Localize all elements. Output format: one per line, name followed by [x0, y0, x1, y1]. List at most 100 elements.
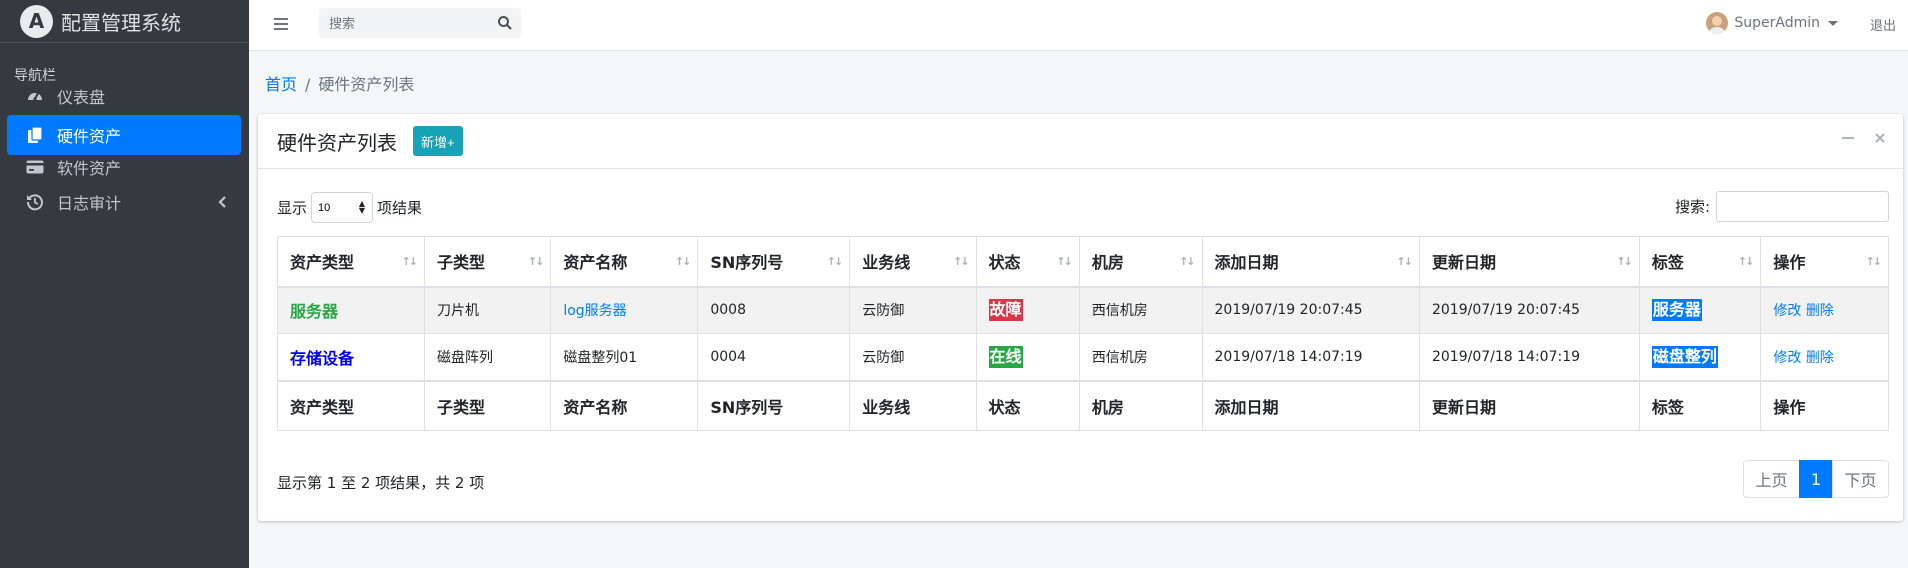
- foot-actions: 操作: [1760, 379, 1889, 431]
- page-length-select[interactable]: 10: [311, 192, 374, 223]
- col-added-date[interactable]: 添加日期 ↑↓: [1201, 236, 1420, 288]
- col-asset-type[interactable]: 资产类型 ↑↓: [277, 236, 425, 288]
- table-search-input[interactable]: [1716, 191, 1889, 222]
- menu-toggle-icon[interactable]: [272, 14, 292, 34]
- tag-badge: 磁盘整列: [1651, 345, 1718, 368]
- sort-icon: ↑↓: [826, 255, 844, 268]
- cell-type: 存储设备: [277, 333, 425, 381]
- breadcrumb-home[interactable]: 首页: [265, 75, 297, 94]
- tag-badge: 服务器: [1651, 299, 1702, 322]
- foot-asset-type: 资产类型: [277, 379, 425, 431]
- prev-page-button[interactable]: 上页: [1743, 460, 1800, 498]
- sidebar-item-software[interactable]: 软件资产: [7, 147, 241, 187]
- col-subtype[interactable]: 子类型 ↑↓: [423, 236, 552, 288]
- cell-line: 云防御: [849, 286, 977, 334]
- app-title: 配置管理系统: [61, 10, 181, 35]
- length-prefix: 显示: [277, 199, 308, 217]
- credit-card-icon: [25, 157, 45, 177]
- logout-link[interactable]: 退出: [1870, 15, 1896, 34]
- sort-icon: ↑↓: [674, 255, 692, 268]
- asset-card: 硬件资产列表 新增+ 显示 10 ▲ ▼ 项结果 搜索: 资产类型 ↑↓ 子类型 ↑↓: [258, 114, 1903, 521]
- user-menu[interactable]: SuperAdmin: [1706, 12, 1838, 34]
- cell-tag: 磁盘整列: [1638, 333, 1762, 381]
- sort-icon: ↑↓: [527, 255, 545, 268]
- brand-logo: A: [20, 4, 53, 38]
- cell-status: 故障: [975, 286, 1080, 334]
- close-icon[interactable]: [1871, 129, 1889, 147]
- cell-status: 在线: [975, 333, 1080, 381]
- sidebar-item-label: 日志审计: [57, 194, 122, 213]
- collapse-icon[interactable]: [1839, 129, 1857, 147]
- breadcrumb: 首页 / 硬件资产列表: [265, 71, 414, 95]
- cell-line: 云防御: [849, 333, 977, 381]
- foot-updated-date: 更新日期: [1418, 379, 1640, 431]
- foot-business-line: 业务线: [849, 379, 977, 431]
- status-badge: 在线: [988, 345, 1023, 368]
- col-tag[interactable]: 标签 ↑↓: [1638, 236, 1762, 288]
- sidebar-item-label: 软件资产: [57, 159, 122, 178]
- cell-tag: 服务器: [1638, 286, 1762, 334]
- search-icon[interactable]: [497, 15, 513, 31]
- search-input[interactable]: [319, 15, 479, 31]
- sort-icon: ↑↓: [1396, 255, 1414, 268]
- table-row: 存储设备 磁盘阵列 磁盘整列01 0004 云防御 在线 西信机房 2019/0…: [277, 333, 1889, 381]
- sidebar: A 配置管理系统 导航栏 仪表盘 硬件资产 软件资产 日志审计: [0, 0, 249, 568]
- avatar: [1706, 12, 1729, 34]
- cell-updated: 2019/07/19 20:07:45: [1418, 286, 1640, 334]
- col-status[interactable]: 状态 ↑↓: [975, 236, 1080, 288]
- brand[interactable]: A 配置管理系统: [0, 0, 249, 43]
- col-actions[interactable]: 操作 ↑↓: [1760, 236, 1889, 288]
- asset-name-link[interactable]: log服务器: [563, 303, 626, 319]
- foot-added-date: 添加日期: [1201, 379, 1420, 431]
- col-business-line[interactable]: 业务线 ↑↓: [849, 236, 977, 288]
- add-asset-button[interactable]: 新增+: [413, 126, 463, 156]
- delete-link[interactable]: 删除: [1806, 303, 1834, 319]
- sidebar-item-logs[interactable]: 日志审计: [7, 182, 241, 222]
- cell-type: 服务器: [277, 286, 425, 334]
- cell-room: 西信机房: [1078, 333, 1203, 381]
- cell-subtype: 刀片机: [423, 286, 552, 334]
- col-sn[interactable]: SN序列号 ↑↓: [697, 236, 851, 288]
- sort-icon: ↑↓: [1616, 255, 1633, 268]
- table-header-row: 资产类型 ↑↓ 子类型 ↑↓ 资产名称 ↑↓ SN序列号 ↑↓ 业务线 ↑↓ 状态 ↑↓ 机…: [277, 236, 1889, 288]
- col-asset-name[interactable]: 资产名称 ↑↓: [550, 236, 699, 288]
- col-room[interactable]: 机房 ↑↓: [1078, 236, 1203, 288]
- card-header: 硬件资产列表 新增+: [258, 114, 1903, 169]
- table-filter: 搜索:: [1675, 191, 1889, 222]
- foot-room: 机房: [1078, 379, 1203, 431]
- foot-subtype: 子类型: [423, 379, 552, 431]
- table-info: 显示第 1 至 2 项结果，共 2 项: [277, 474, 485, 492]
- cell-sn: 0004: [697, 333, 851, 381]
- cell-added: 2019/07/19 20:07:45: [1201, 286, 1420, 334]
- foot-asset-name: 资产名称: [550, 379, 699, 431]
- edit-link[interactable]: 修改: [1773, 350, 1801, 366]
- foot-status: 状态: [975, 379, 1080, 431]
- table-row: 服务器 刀片机 log服务器 0008 云防御 故障 西信机房 2019/07/…: [277, 286, 1889, 334]
- sort-icon: ↑↓: [401, 255, 419, 268]
- page-length-wrap: 10 ▲ ▼: [307, 192, 377, 223]
- sidebar-item-label: 硬件资产: [57, 127, 122, 146]
- sidebar-item-label: 仪表盘: [57, 88, 106, 107]
- delete-link[interactable]: 删除: [1806, 350, 1834, 366]
- user-name: SuperAdmin: [1734, 15, 1820, 31]
- sort-icon: ↑↓: [953, 255, 970, 268]
- pagination: 上页 1 下页: [1743, 460, 1889, 498]
- asset-table: 资产类型 ↑↓ 子类型 ↑↓ 资产名称 ↑↓ SN序列号 ↑↓ 业务线 ↑↓ 状态 ↑↓ 机…: [277, 236, 1889, 431]
- search-box: [319, 8, 521, 38]
- next-page-button[interactable]: 下页: [1832, 460, 1889, 498]
- foot-sn: SN序列号: [697, 379, 851, 431]
- sidebar-item-dashboard[interactable]: 仪表盘: [7, 76, 241, 116]
- edit-link[interactable]: 修改: [1773, 303, 1801, 319]
- foot-tag: 标签: [1638, 379, 1762, 431]
- table-footer-row: 资产类型 子类型 资产名称 SN序列号 业务线 状态 机房 添加日期 更新日期 …: [277, 379, 1889, 431]
- cell-sn: 0008: [697, 286, 851, 334]
- page-1-button[interactable]: 1: [1799, 460, 1833, 498]
- cell-room: 西信机房: [1078, 286, 1203, 334]
- cell-name: log服务器: [550, 286, 699, 334]
- cell-updated: 2019/07/18 14:07:19: [1418, 333, 1640, 381]
- topbar: SuperAdmin 退出: [249, 0, 1908, 51]
- chevron-left-icon: [218, 194, 227, 213]
- tachometer-icon: [25, 86, 45, 106]
- col-updated-date[interactable]: 更新日期 ↑↓: [1418, 236, 1640, 288]
- breadcrumb-current: 硬件资产列表: [318, 75, 415, 94]
